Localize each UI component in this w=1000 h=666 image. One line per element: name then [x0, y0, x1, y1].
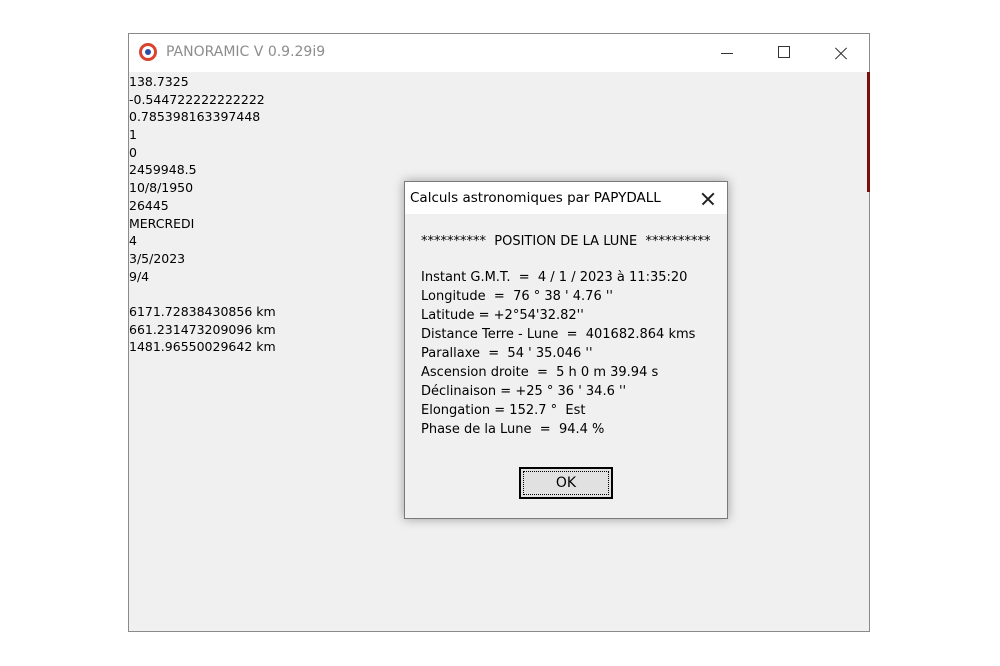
output-line: 0.785398163397448	[129, 109, 261, 125]
result-line: Latitude = +2°54'32.82''	[421, 308, 584, 323]
result-line: Distance Terre - Lune = 401682.864 kms	[421, 327, 696, 342]
result-line: Longitude = 76 ° 38 ' 4.76 ''	[421, 289, 613, 304]
result-line: Phase de la Lune = 94.4 %	[421, 422, 605, 437]
minimize-icon[interactable]	[699, 34, 755, 72]
output-line: MERCREDI	[129, 215, 195, 231]
result-line: Déclinaison = +25 ° 36 ' 34.6 ''	[421, 384, 627, 399]
dialog-title: Calculs astronomiques par PAPYDALL	[410, 190, 661, 206]
output-line: 0	[129, 144, 137, 160]
result-line: Parallaxe = 54 ' 35.046 ''	[421, 346, 593, 361]
result-line: Instant G.M.T. = 4 / 1 / 2023 à 11:35:20	[421, 270, 688, 285]
result-line: Ascension droite = 5 h 0 m 39.94 s	[421, 365, 659, 380]
close-icon[interactable]	[813, 34, 869, 72]
dialog-close-icon[interactable]	[691, 184, 725, 212]
output-line: 26445	[129, 197, 169, 213]
output-line: 1	[129, 127, 137, 143]
output-line: 6171.72838430856 km	[129, 303, 276, 319]
output-line: 3/5/2023	[129, 250, 186, 266]
maximize-icon[interactable]	[756, 34, 812, 72]
dialog-body: ********** POSITION DE LA LUNE *********…	[421, 234, 711, 439]
title-bar[interactable]: PANORAMIC V 0.9.29i9	[129, 34, 869, 72]
app-icon	[139, 43, 157, 61]
output-line: 10/8/1950	[129, 180, 194, 196]
output-line: 4	[129, 233, 137, 249]
dialog-title-bar[interactable]: Calculs astronomiques par PAPYDALL	[405, 182, 727, 214]
dialog-heading: ********** POSITION DE LA LUNE *********…	[421, 234, 711, 249]
output-line: 661.231473209096 km	[129, 321, 276, 337]
ok-button[interactable]: OK	[519, 467, 613, 499]
moon-position-dialog: Calculs astronomiques par PAPYDALL *****…	[404, 181, 728, 519]
output-line: -0.544722222222222	[129, 91, 265, 107]
output-line: 9/4	[129, 268, 150, 284]
output-line: 1481.96550029642 km	[129, 339, 276, 355]
background-window-edge	[867, 72, 870, 192]
ok-button-label: OK	[523, 471, 609, 495]
output-text-area: 138.7325 -0.544722222222222 0.7853981633…	[129, 73, 276, 356]
output-line: 138.7325	[129, 74, 189, 89]
result-line: Elongation = 152.7 ° Est	[421, 403, 586, 418]
window-title: PANORAMIC V 0.9.29i9	[166, 44, 326, 60]
output-line: 2459948.5	[129, 162, 197, 178]
